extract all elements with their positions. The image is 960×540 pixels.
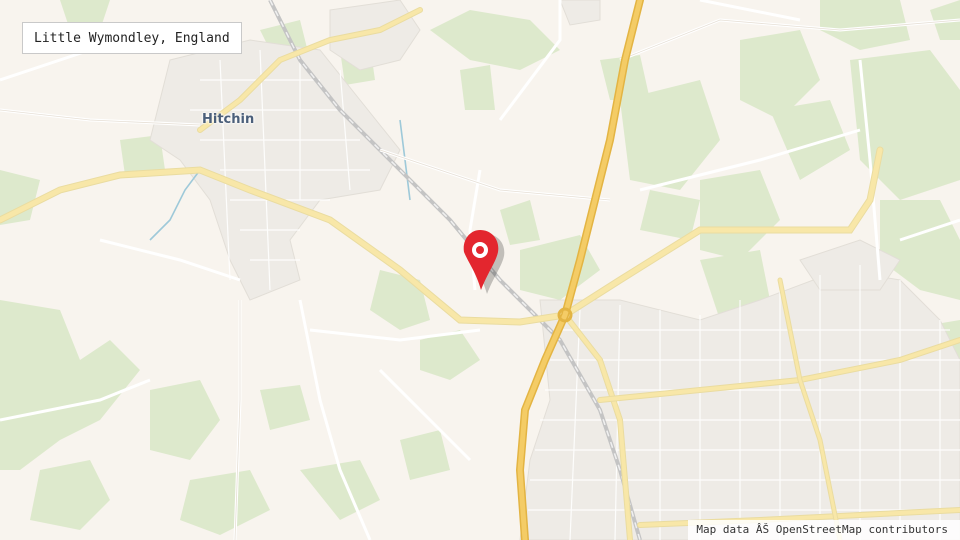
map-pin-icon[interactable] — [454, 226, 510, 296]
map-canvas[interactable]: Hitchin Little Wymondley, England Map da… — [0, 0, 960, 540]
location-search-box[interactable]: Little Wymondley, England — [22, 22, 242, 54]
map-attribution[interactable]: Map data ÂŠ OpenStreetMap contributors — [688, 520, 960, 540]
town-label-hitchin: Hitchin — [202, 112, 255, 127]
